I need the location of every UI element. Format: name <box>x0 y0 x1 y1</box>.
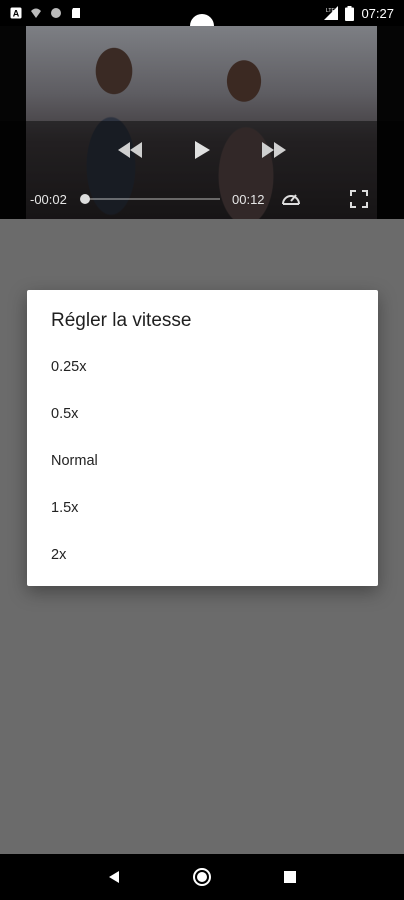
status-right: LTE 07:27 <box>324 5 394 21</box>
play-button[interactable] <box>188 136 216 164</box>
back-icon <box>109 871 119 883</box>
speed-option-0.5x[interactable]: 0.5x <box>27 392 378 436</box>
speed-option-0.25x[interactable]: 0.25x <box>27 345 378 389</box>
navigation-bar <box>0 854 404 900</box>
app-scrim[interactable]: -00:02 00:12 Régler la vitesse 0.25x 0.5… <box>0 26 404 854</box>
recents-button[interactable] <box>278 865 302 889</box>
svg-text:LTE: LTE <box>326 8 335 14</box>
status-time: 07:27 <box>361 5 394 21</box>
playback-controls <box>0 136 404 164</box>
elapsed-time: -00:02 <box>30 191 67 207</box>
svg-text:A: A <box>13 9 20 19</box>
home-button[interactable] <box>190 865 214 889</box>
speed-dialog: Régler la vitesse 0.25x 0.5x Normal 1.5x… <box>27 290 378 586</box>
fast-forward-button[interactable] <box>260 136 288 164</box>
seek-thumb[interactable] <box>79 194 90 204</box>
recents-icon <box>284 871 296 883</box>
video-player[interactable]: -00:02 00:12 <box>0 26 404 219</box>
battery-icon <box>345 5 355 21</box>
back-button[interactable] <box>102 865 126 889</box>
sd-card-icon <box>72 8 80 18</box>
status-left-icons: A <box>10 7 82 19</box>
rewind-icon <box>118 142 142 158</box>
fast-forward-icon <box>262 142 286 158</box>
speed-icon[interactable] <box>280 188 302 210</box>
signal-icon: LTE <box>324 6 339 20</box>
fullscreen-icon[interactable] <box>350 190 368 208</box>
home-icon <box>193 868 211 886</box>
seek-bar[interactable] <box>82 198 220 200</box>
rewind-button[interactable] <box>116 136 144 164</box>
circle-status-icon <box>51 8 61 18</box>
dialog-title: Régler la vitesse <box>51 310 192 331</box>
wifi-question-icon <box>31 8 41 18</box>
play-icon <box>195 141 210 159</box>
speed-option-2x[interactable]: 2x <box>27 533 378 577</box>
notification-a-icon: A <box>10 7 22 19</box>
speed-option-normal[interactable]: Normal <box>27 439 378 483</box>
speed-option-1.5x[interactable]: 1.5x <box>27 486 378 530</box>
duration-time: 00:12 <box>232 191 265 207</box>
progress-row: -00:02 00:12 <box>0 188 404 210</box>
